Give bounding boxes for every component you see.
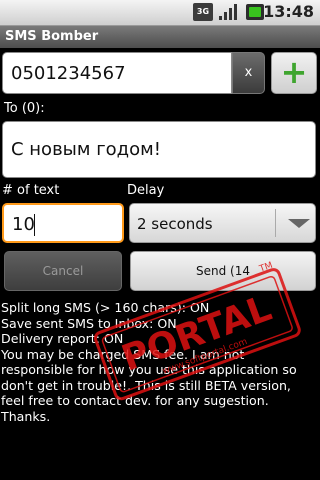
chevron-down-icon[interactable] [288, 219, 310, 228]
text-caret [34, 214, 35, 236]
delay-value: 2 seconds [137, 215, 213, 233]
info-line: Split long SMS (> 160 chars): ON [1, 300, 210, 315]
count-input[interactable]: 10 [2, 203, 124, 243]
info-line: feel free to contact dev. for any sugest… [1, 393, 269, 408]
info-line: Save sent SMS to Inbox: ON [1, 315, 177, 331]
info-line: responsible for how you use this applica… [1, 362, 297, 377]
count-value: 10 [12, 214, 35, 235]
signal-icon [219, 4, 237, 20]
info-line: Delivery report: ON [1, 331, 124, 346]
recipients-label: To (0): [4, 101, 45, 116]
send-button[interactable]: Send (14 [130, 251, 316, 291]
info-line: You may be charged SMS fee. I am not [1, 346, 245, 362]
app-title: SMS Bomber [0, 26, 320, 48]
cancel-button[interactable]: Cancel [4, 251, 122, 291]
info-line: Thanks. [1, 408, 51, 424]
status-bar: 3G 13:48 [0, 0, 320, 26]
count-label: # of text [2, 183, 60, 198]
info-line: don't get in trouble!. This is still BET… [1, 377, 291, 393]
delay-label: Delay [127, 183, 165, 198]
phone-input[interactable] [9, 62, 228, 85]
3g-icon: 3G [193, 3, 213, 21]
status-time: 13:48 [263, 2, 314, 21]
message-field[interactable]: С новым годом! [2, 121, 316, 178]
message-text: С новым годом! [11, 139, 161, 160]
info-text: Split long SMS (> 160 chars): ON Save se… [1, 300, 319, 424]
delay-select[interactable]: 2 seconds [129, 203, 316, 243]
clear-button[interactable]: x [232, 52, 265, 94]
battery-icon [246, 4, 264, 20]
add-contact-button[interactable]: + [271, 52, 317, 94]
divider [275, 209, 276, 237]
plus-icon: + [280, 53, 308, 91]
phone-field[interactable] [2, 52, 232, 94]
